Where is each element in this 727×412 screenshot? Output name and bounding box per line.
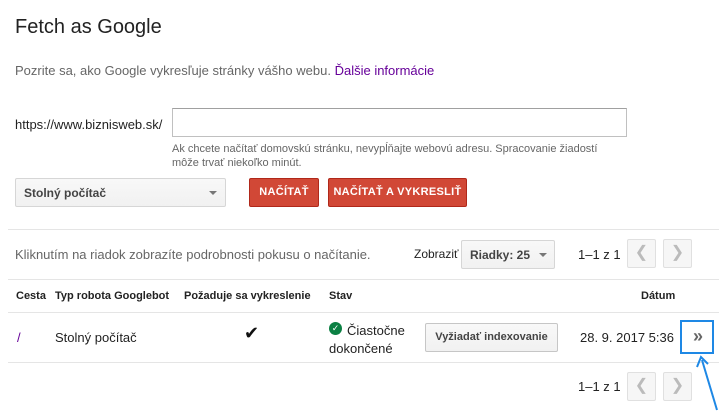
pager-count-top: 1–1 z 1 <box>578 247 621 262</box>
row-status-line2: dokončené <box>329 341 393 356</box>
learn-more-link[interactable]: Ďalšie informácie <box>335 63 435 78</box>
rows-show-label: Zobraziť <box>414 247 459 261</box>
double-chevron-right-icon: » <box>692 326 703 346</box>
row-path[interactable]: / <box>17 330 21 345</box>
page-title: Fetch as Google <box>15 16 162 38</box>
intro-text: Pozrite sa, ako Google vykresľuje stránk… <box>15 63 434 78</box>
column-header-bot: Typ robota Googlebot <box>55 290 170 302</box>
device-select-value: Stolný počítač <box>24 186 107 200</box>
chevron-left-icon: ❮ <box>634 377 649 394</box>
row-date: 28. 9. 2017 5:36 <box>580 330 674 345</box>
next-page-button-top[interactable]: ❯ <box>663 239 692 268</box>
checkmark-icon: ✔ <box>244 323 260 343</box>
prev-page-button-bottom[interactable]: ❮ <box>627 372 656 401</box>
divider <box>8 312 719 313</box>
request-indexing-button[interactable]: Vyžiadať indexovanie <box>425 323 558 352</box>
divider <box>8 229 719 230</box>
divider <box>8 362 719 363</box>
row-details-button[interactable]: » <box>680 320 714 354</box>
url-prefix-label: https://www.biznisweb.sk/ <box>15 117 163 132</box>
caret-down-icon <box>539 253 547 257</box>
row-status-line1: Čiastočne <box>347 323 405 338</box>
device-select[interactable]: Stolný počítač <box>15 178 226 207</box>
rows-per-page-select[interactable]: Riadky: 25 <box>461 240 555 269</box>
column-header-path: Cesta <box>16 290 46 302</box>
url-hint: Ak chcete načítať domovskú stránku, nevy… <box>172 143 598 169</box>
url-path-input[interactable] <box>172 108 627 137</box>
chevron-left-icon: ❮ <box>634 244 649 261</box>
column-header-status: Stav <box>329 290 353 302</box>
column-header-date: Dátum <box>641 290 676 302</box>
pager-count-bottom: 1–1 z 1 <box>578 379 621 394</box>
row-bot-type: Stolný počítač <box>55 330 137 345</box>
column-header-render: Požaduje sa vykreslenie <box>184 290 311 302</box>
next-page-button-bottom[interactable]: ❯ <box>663 372 692 401</box>
chevron-right-icon: ❯ <box>670 244 685 261</box>
intro-description: Pozrite sa, ako Google vykresľuje stránk… <box>15 63 331 78</box>
check-circle-icon: ✓ <box>329 322 342 335</box>
rows-per-page-value: Riadky: 25 <box>470 248 531 262</box>
caret-down-icon <box>209 191 217 195</box>
prev-page-button-top[interactable]: ❮ <box>627 239 656 268</box>
fetch-and-render-button[interactable]: NAČÍTAŤ A VYKRESLIŤ <box>328 178 467 207</box>
results-hint: Kliknutím na riadok zobrazíte podrobnost… <box>15 247 371 262</box>
pointer-arrow-icon <box>696 355 718 411</box>
chevron-right-icon: ❯ <box>670 377 685 394</box>
divider <box>8 279 719 280</box>
fetch-button[interactable]: NAČÍTAŤ <box>249 178 319 207</box>
